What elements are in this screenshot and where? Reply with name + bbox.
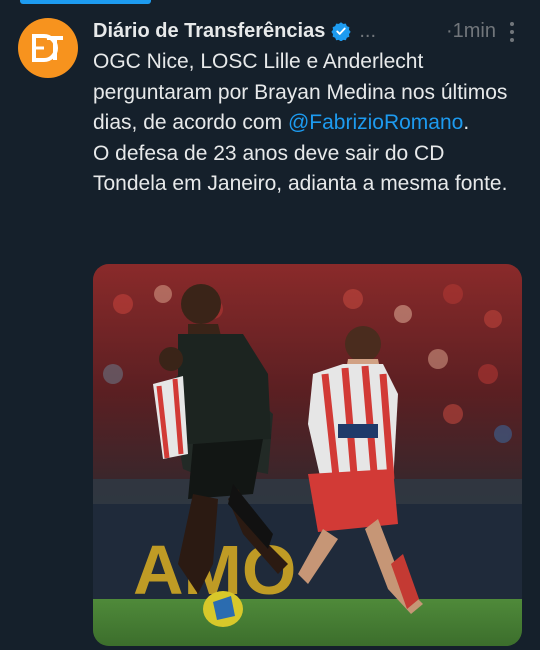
avatar[interactable] [18,18,78,78]
verified-badge-icon [331,22,351,41]
tweet-media-photo[interactable]: AMO [93,264,522,646]
mention-suffix: . [463,111,470,134]
tweet-text: OGC Nice, LOSC Lille e Anderlecht pergun… [93,47,513,200]
handle-truncation: ... [359,19,376,42]
tweet-header: Diário de Transferências ... ·1min [93,17,524,45]
author-name[interactable]: Diário de Transferências [93,20,325,43]
tweet[interactable]: Diário de Transferências ... ·1min OGC N… [0,0,540,650]
timestamp[interactable]: ·1min [446,20,496,43]
tweet-paragraph-2: O defesa de 23 anos deve sair do CD Tond… [93,141,508,196]
football-photo: AMO [93,264,522,646]
avatar-logo-icon [32,34,63,62]
mention-link[interactable]: @FabrizioRomano [288,111,463,134]
time-value: 1min [452,19,496,42]
time-separator: · [445,19,453,42]
more-options-icon[interactable] [510,22,514,42]
tweet-paragraph-1: OGC Nice, LOSC Lille e Anderlecht pergun… [93,47,513,139]
